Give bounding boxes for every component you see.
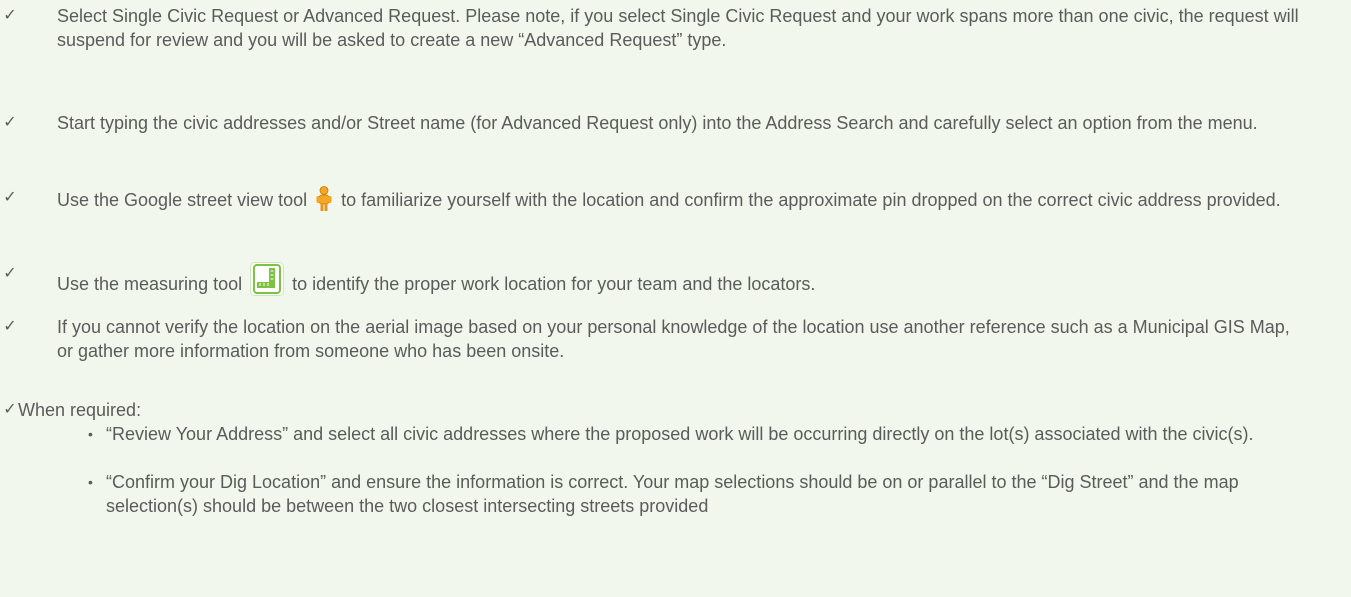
check-icon: ✓ [3,189,17,206]
check-icon: ✓ [3,401,17,418]
pegman-icon [315,186,333,218]
check-icon: ✓ [3,7,17,24]
text-after-icon: to familiarize yourself with the locatio… [341,190,1281,210]
instruction-text-1: Select Single Civic Request or Advanced … [57,6,1299,50]
sub-item-review-address: “Review Your Address” and select all civ… [106,424,1254,444]
instruction-text-4: Use the measuring tool to identify the p… [57,262,1303,302]
when-required-label: When required: [18,400,142,420]
text-before-icon: Use the Google street view tool [57,190,308,210]
check-icon: ✓ [3,265,17,282]
instruction-slide: ✓ Select Single Civic Request or Advance… [0,0,1351,597]
instruction-text-2: Start typing the civic addresses and/or … [57,113,1258,133]
bullet-icon: • [88,474,93,490]
instruction-text-5: If you cannot verify the location on the… [57,317,1290,361]
bullet-icon: • [88,426,93,442]
check-icon: ✓ [3,318,17,335]
text-after-icon: to identify the proper work location for… [292,274,816,294]
sub-item-confirm-dig-location: “Confirm your Dig Location” and ensure t… [106,472,1239,516]
ruler-icon [250,262,285,302]
text-before-icon: Use the measuring tool [57,274,243,294]
check-icon: ✓ [3,114,17,131]
instruction-text-3: Use the Google street view tool to famil… [57,186,1303,218]
